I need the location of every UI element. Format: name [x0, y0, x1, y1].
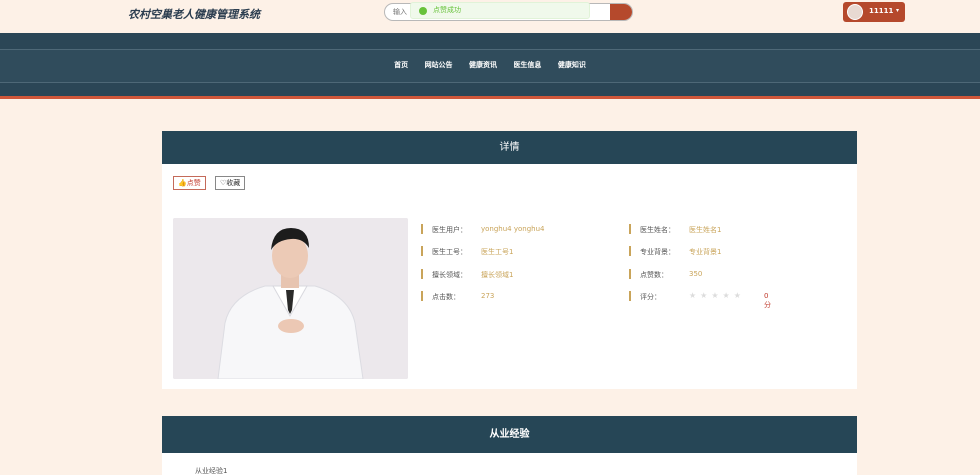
field-value: 350 — [689, 270, 703, 278]
top-header: 农村空巢老人健康管理系统 点赞成功 11111 ▾ — [0, 0, 980, 33]
user-name: 11111 — [869, 7, 894, 15]
field-label: 医生工号： — [432, 248, 467, 256]
field-value: 273 — [481, 292, 495, 300]
doctor-photo-image — [173, 218, 408, 379]
nav-item-announcements[interactable]: 网站公告 — [425, 60, 453, 70]
detail-panel: 详情 👍点赞 ♡收藏 医生用户： yonghu4 yonghu4 医生姓名： 医… — [162, 131, 857, 389]
field-marker — [421, 269, 423, 279]
field-label: 点赞数： — [640, 271, 668, 279]
field-marker — [421, 291, 423, 301]
chevron-down-icon: ▾ — [896, 7, 900, 14]
experience-title: 从业经验 — [162, 416, 857, 453]
nav-item-health-news[interactable]: 健康资讯 — [469, 60, 497, 70]
doctor-photo — [173, 218, 408, 379]
nav-item-home[interactable]: 首页 — [394, 60, 408, 70]
field-label: 评分： — [640, 293, 661, 301]
like-button[interactable]: 👍点赞 — [173, 176, 206, 190]
field-label: 专业背景： — [640, 248, 675, 256]
field-marker — [629, 224, 631, 234]
avatar — [847, 4, 863, 20]
detail-title: 详情 — [162, 131, 857, 164]
field-marker — [629, 291, 631, 301]
star-rating[interactable]: ★★★★★ — [689, 291, 745, 300]
favorite-button[interactable]: ♡收藏 — [215, 176, 246, 190]
user-menu-button[interactable]: 11111 ▾ — [843, 2, 905, 22]
experience-panel: 从业经验 从业经验1 — [162, 416, 857, 475]
success-icon — [419, 7, 427, 15]
toast-message: 点赞成功 — [433, 6, 461, 14]
rating-score: 0分 — [764, 292, 771, 309]
nav-item-doctors[interactable]: 医生信息 — [513, 60, 541, 70]
field-value: 医生姓名1 — [689, 226, 722, 234]
field-marker — [421, 246, 423, 256]
main-nav: 首页 网站公告 健康资讯 医生信息 健康知识 — [0, 33, 980, 99]
field-marker — [629, 269, 631, 279]
field-marker — [421, 224, 423, 234]
nav-items: 首页 网站公告 健康资讯 医生信息 健康知识 — [0, 60, 980, 70]
site-title: 农村空巢老人健康管理系统 — [128, 8, 260, 21]
field-label: 医生用户： — [432, 226, 467, 234]
field-value: 专业背景1 — [689, 248, 722, 256]
nav-item-health-knowledge[interactable]: 健康知识 — [558, 60, 586, 70]
experience-text: 从业经验1 — [195, 467, 228, 475]
field-value: yonghu4 yonghu4 — [481, 225, 545, 233]
field-marker — [629, 246, 631, 256]
field-value: 医生工号1 — [481, 248, 514, 256]
field-label: 医生姓名： — [640, 226, 675, 234]
field-label: 擅长领域： — [432, 271, 467, 279]
field-value: 擅长领域1 — [481, 271, 514, 279]
field-label: 点击数： — [432, 293, 460, 301]
search-button[interactable] — [610, 4, 632, 20]
success-toast: 点赞成功 — [410, 2, 590, 19]
